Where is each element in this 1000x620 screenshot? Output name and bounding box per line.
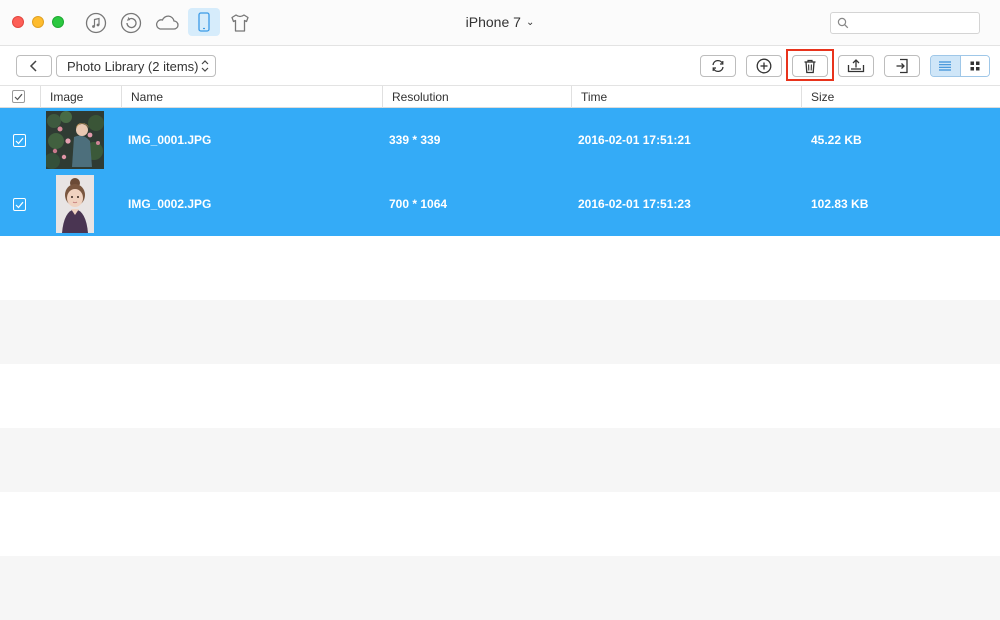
- checkbox-box: [12, 90, 25, 103]
- table-row[interactable]: IMG_0001.JPG 339 * 339 2016-02-01 17:51:…: [0, 108, 1000, 172]
- column-header-label: Image: [50, 90, 84, 104]
- checkbox-box: [13, 134, 26, 147]
- photo-girl-flowers-image: [46, 111, 104, 169]
- empty-row: [0, 300, 1000, 364]
- export-to-computer-button[interactable]: [838, 55, 874, 77]
- chevron-down-icon: ⌄: [525, 17, 535, 28]
- photo-girl-portrait-image: [56, 175, 94, 233]
- file-size: 102.83 KB: [811, 197, 869, 211]
- send-to-device-button[interactable]: [884, 55, 920, 77]
- select-all-checkbox[interactable]: [12, 90, 25, 103]
- view-mode-toggle: [930, 55, 990, 77]
- search-field[interactable]: [830, 12, 980, 34]
- column-header-label: Resolution: [392, 90, 449, 104]
- photo-thumbnail[interactable]: [46, 111, 104, 169]
- device-name: iPhone 7: [465, 14, 521, 30]
- column-header-time[interactable]: Time: [571, 86, 801, 108]
- updown-chevron-icon: [201, 60, 209, 72]
- column-header-label: Time: [581, 90, 608, 104]
- checkmark-icon: [15, 201, 24, 208]
- empty-row: [0, 492, 1000, 556]
- toolbar: Photo Library (2 items): [0, 46, 1000, 86]
- empty-row: [0, 556, 1000, 620]
- empty-row: [0, 236, 1000, 300]
- column-header-image[interactable]: Image: [40, 86, 121, 108]
- export-icon: [847, 59, 865, 73]
- device-name-dropdown[interactable]: iPhone 7 ⌄: [466, 14, 535, 30]
- close-window-button[interactable]: [12, 16, 24, 28]
- empty-row: [0, 364, 1000, 428]
- tshirt-icon[interactable]: [226, 9, 254, 37]
- photo-library-label: Photo Library (2 items): [67, 58, 199, 74]
- grid-view-icon: [970, 61, 980, 71]
- resolution: 339 * 339: [389, 133, 441, 147]
- empty-row: [0, 428, 1000, 492]
- add-button[interactable]: [746, 55, 782, 77]
- add-icon: [756, 58, 772, 74]
- file-size: 45.22 KB: [811, 133, 862, 147]
- checkbox-box: [13, 198, 26, 211]
- list-view-icon: [939, 61, 952, 71]
- title-bar: iPhone 7 ⌄: [0, 0, 1000, 46]
- column-header-size[interactable]: Size: [801, 86, 1000, 108]
- device-icon[interactable]: [188, 8, 220, 36]
- refresh-button[interactable]: [700, 55, 736, 77]
- send-to-device-icon: [896, 58, 908, 74]
- list-view-button[interactable]: [931, 56, 961, 76]
- timestamp: 2016-02-01 17:51:23: [578, 197, 691, 211]
- table-row[interactable]: IMG_0002.JPG 700 * 1064 2016-02-01 17:51…: [0, 172, 1000, 236]
- column-header-resolution[interactable]: Resolution: [382, 86, 571, 108]
- photo-library-select[interactable]: Photo Library (2 items): [56, 55, 216, 77]
- search-input[interactable]: [853, 14, 977, 32]
- column-header-label: Size: [811, 90, 835, 104]
- photo-thumbnail[interactable]: [56, 175, 94, 233]
- minimize-window-button[interactable]: [32, 16, 44, 28]
- grid-view-button[interactable]: [960, 56, 989, 76]
- icloud-icon[interactable]: [153, 9, 181, 37]
- chevron-left-icon: [29, 60, 37, 72]
- file-name: IMG_0001.JPG: [128, 133, 212, 147]
- column-header-label: Name: [131, 90, 164, 104]
- resolution: 700 * 1064: [389, 197, 448, 211]
- refresh-icon: [712, 59, 724, 73]
- zoom-window-button[interactable]: [52, 16, 64, 28]
- row-checkbox[interactable]: [13, 198, 26, 211]
- checkmark-icon: [14, 93, 23, 100]
- timestamp: 2016-02-01 17:51:21: [578, 133, 691, 147]
- search-icon: [837, 17, 849, 29]
- row-checkbox[interactable]: [13, 134, 26, 147]
- back-button[interactable]: [16, 55, 52, 77]
- delete-button-highlight: [786, 49, 834, 81]
- column-header-name[interactable]: Name: [121, 86, 382, 108]
- table-header: Image Name Resolution Time Size: [0, 86, 1000, 108]
- music-icon[interactable]: [82, 9, 110, 37]
- file-name: IMG_0002.JPG: [128, 197, 212, 211]
- backup-restore-icon[interactable]: [117, 9, 145, 37]
- checkmark-icon: [15, 137, 24, 144]
